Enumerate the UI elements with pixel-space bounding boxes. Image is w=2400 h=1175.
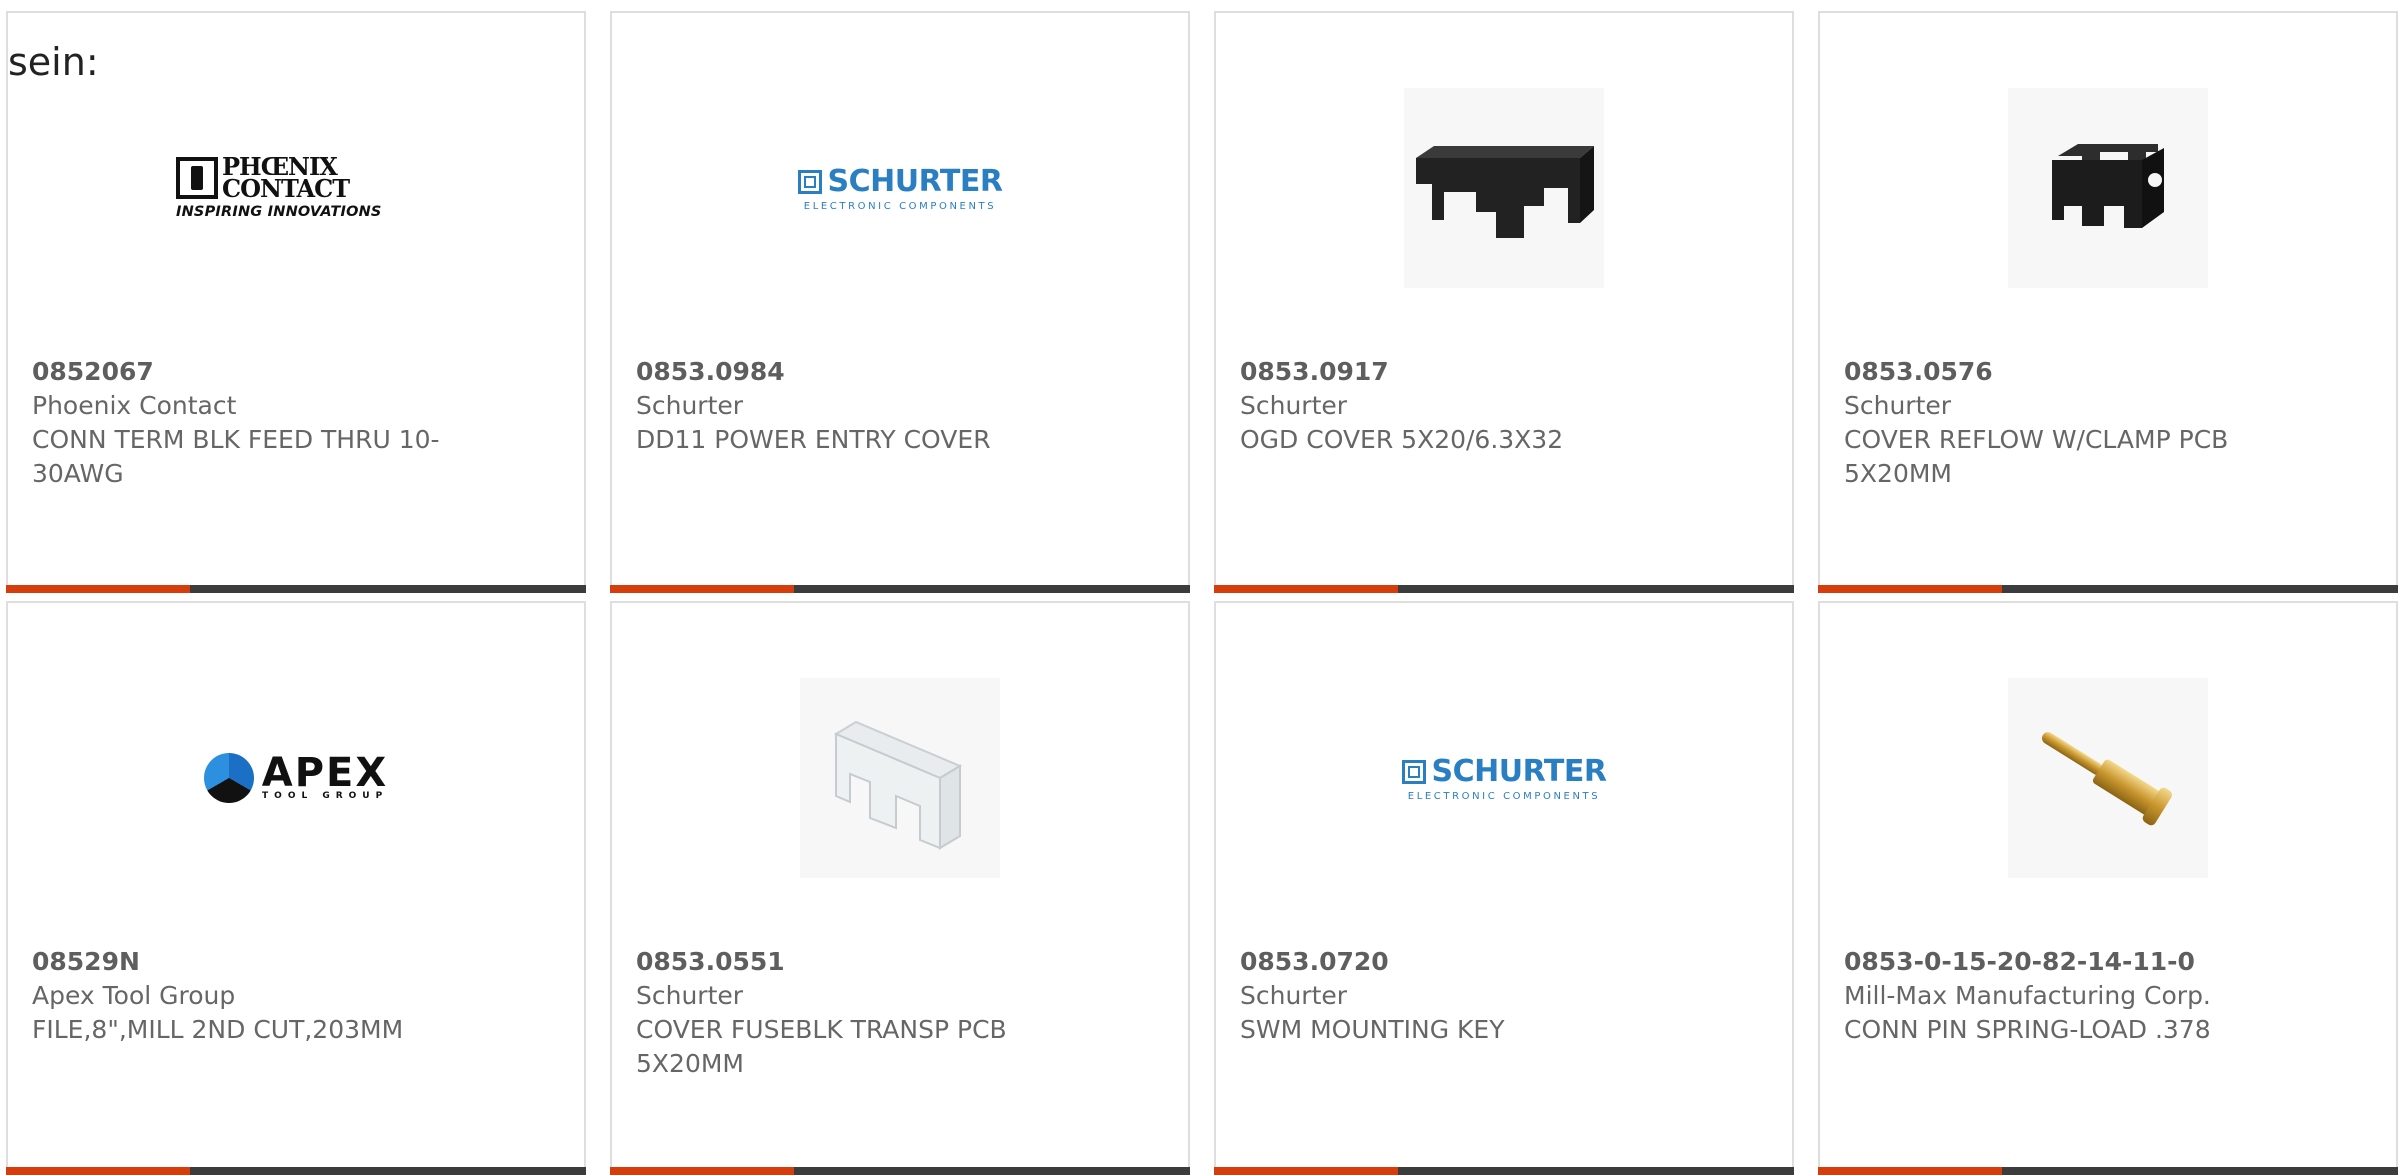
description: CONN PIN SPRING-LOAD .378	[1844, 1015, 2211, 1044]
product-card[interactable]: 0853.0551 Schurter COVER FUSEBLK TRANSP …	[610, 601, 1190, 1175]
product-image[interactable]	[1820, 73, 2396, 303]
product-image[interactable]	[1820, 663, 2396, 893]
black-clamp-cover-photo	[2008, 88, 2208, 288]
manufacturer: Mill-Max Manufacturing Corp.	[1844, 981, 2211, 1010]
manufacturer: Apex Tool Group	[32, 981, 236, 1010]
product-grid: PHŒNIX CONTACT INSPIRING INNOVATIONS 085…	[0, 0, 2400, 1175]
black-fuse-cover-photo	[1404, 88, 1604, 288]
phoenix-mark-icon	[176, 157, 218, 199]
apex-mark-icon	[203, 753, 254, 803]
card-bottom-bar	[1818, 585, 2398, 593]
product-image[interactable]: APEX TOOL GROUP	[8, 663, 584, 893]
card-bottom-bar	[610, 585, 1190, 593]
product-image[interactable]	[612, 663, 1188, 893]
product-info: 0853.0720 Schurter SWM MOUNTING KEY	[1240, 945, 1680, 1047]
schurter-logo: SCHURTER ELECTRONIC COMPONENTS	[1401, 754, 1607, 802]
part-number[interactable]: 0853.0984	[636, 355, 1076, 389]
product-info: 0853.0551 Schurter COVER FUSEBLK TRANSP …	[636, 945, 1076, 1081]
transparent-fuse-cover-photo	[800, 678, 1000, 878]
product-info: 0853.0917 Schurter OGD COVER 5X20/6.3X32	[1240, 355, 1680, 457]
product-card[interactable]: 0853.0576 Schurter COVER REFLOW W/CLAMP …	[1818, 11, 2398, 593]
logo-sub: ELECTRONIC COMPONENTS	[1407, 791, 1601, 802]
part-number[interactable]: 08529N	[32, 945, 472, 979]
logo-sub: ELECTRONIC COMPONENTS	[803, 201, 997, 212]
product-image[interactable]: PHŒNIX CONTACT INSPIRING INNOVATIONS	[8, 73, 584, 303]
product-info: 0853.0984 Schurter DD11 POWER ENTRY COVE…	[636, 355, 1076, 457]
product-card[interactable]: PHŒNIX CONTACT INSPIRING INNOVATIONS 085…	[6, 11, 586, 593]
product-image[interactable]: SCHURTER ELECTRONIC COMPONENTS	[612, 73, 1188, 303]
logo-main: APEX	[261, 750, 389, 796]
manufacturer: Schurter	[1240, 981, 1348, 1010]
apex-tool-group-logo: APEX TOOL GROUP	[203, 750, 389, 803]
card-bottom-bar	[6, 585, 586, 593]
description: SWM MOUNTING KEY	[1240, 1015, 1505, 1044]
part-number[interactable]: 0853-0-15-20-82-14-11-0	[1844, 945, 2284, 979]
card-bottom-bar	[1818, 1167, 2398, 1175]
product-image[interactable]	[1216, 73, 1792, 303]
manufacturer: Phoenix Contact	[32, 391, 237, 420]
manufacturer: Schurter	[636, 391, 744, 420]
manufacturer: Schurter	[1240, 391, 1348, 420]
product-info: 08529N Apex Tool Group FILE,8",MILL 2ND …	[32, 945, 472, 1047]
schurter-mark-icon	[797, 169, 822, 194]
logo-sub: TOOL GROUP	[262, 791, 389, 801]
description: COVER FUSEBLK TRANSP PCB 5X20MM	[636, 1015, 1007, 1078]
logo-main: SCHURTER	[1431, 754, 1607, 789]
part-number[interactable]: 0853.0551	[636, 945, 1076, 979]
part-number[interactable]: 0853.0720	[1240, 945, 1680, 979]
part-number[interactable]: 0852067	[32, 355, 472, 389]
product-info: 0853-0-15-20-82-14-11-0 Mill-Max Manufac…	[1844, 945, 2284, 1047]
product-info: 0852067 Phoenix Contact CONN TERM BLK FE…	[32, 355, 472, 491]
part-number[interactable]: 0853.0576	[1844, 355, 2284, 389]
manufacturer: Schurter	[1844, 391, 1952, 420]
description: CONN TERM BLK FEED THRU 10-30AWG	[32, 425, 440, 488]
product-card[interactable]: SCHURTER ELECTRONIC COMPONENTS 0853.0984…	[610, 11, 1190, 593]
logo-tagline: INSPIRING INNOVATIONS	[176, 204, 382, 220]
product-image[interactable]: SCHURTER ELECTRONIC COMPONENTS	[1216, 663, 1792, 893]
card-bottom-bar	[1214, 585, 1794, 593]
card-bottom-bar	[6, 1167, 586, 1175]
part-number[interactable]: 0853.0917	[1240, 355, 1680, 389]
description: COVER REFLOW W/CLAMP PCB 5X20MM	[1844, 425, 2229, 488]
manufacturer: Schurter	[636, 981, 744, 1010]
description: FILE,8",MILL 2ND CUT,203MM	[32, 1015, 404, 1044]
product-card[interactable]: 0853.0917 Schurter OGD COVER 5X20/6.3X32	[1214, 11, 1794, 593]
product-info: 0853.0576 Schurter COVER REFLOW W/CLAMP …	[1844, 355, 2284, 491]
product-card[interactable]: APEX TOOL GROUP 08529N Apex Tool Group F…	[6, 601, 586, 1175]
card-bottom-bar	[610, 1167, 1190, 1175]
gold-spring-pin-photo	[2008, 678, 2208, 878]
description: DD11 POWER ENTRY COVER	[636, 425, 991, 454]
card-bottom-bar	[1214, 1167, 1794, 1175]
schurter-logo: SCHURTER ELECTRONIC COMPONENTS	[797, 164, 1003, 212]
intro-text: sein:	[8, 40, 99, 84]
product-card[interactable]: 0853-0-15-20-82-14-11-0 Mill-Max Manufac…	[1818, 601, 2398, 1175]
logo-main: SCHURTER	[827, 164, 1003, 199]
description: OGD COVER 5X20/6.3X32	[1240, 425, 1564, 454]
product-card[interactable]: SCHURTER ELECTRONIC COMPONENTS 0853.0720…	[1214, 601, 1794, 1175]
logo-line2: CONTACT	[222, 174, 350, 203]
schurter-mark-icon	[1401, 759, 1426, 784]
phoenix-contact-logo: PHŒNIX CONTACT INSPIRING INNOVATIONS	[176, 155, 416, 220]
